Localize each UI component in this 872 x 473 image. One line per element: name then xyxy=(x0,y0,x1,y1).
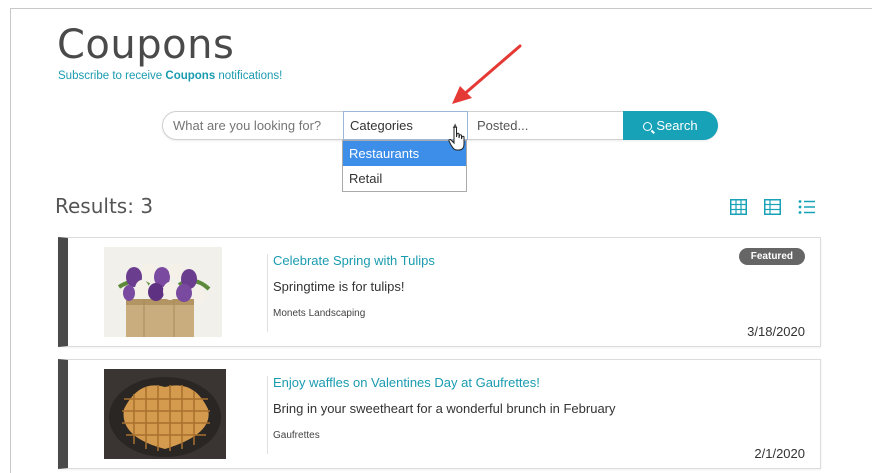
coupon-title-link[interactable]: Celebrate Spring with Tulips xyxy=(273,253,435,268)
featured-badge: Featured xyxy=(738,248,805,265)
category-option-retail[interactable]: Retail xyxy=(343,166,466,191)
annotation-arrow xyxy=(452,44,522,104)
subscribe-suffix: notifications! xyxy=(215,70,283,82)
coupon-description: Springtime is for tulips! xyxy=(273,279,405,294)
search-button[interactable]: Search xyxy=(623,111,718,140)
results-count: Results: 3 xyxy=(55,194,154,218)
list-view-icon[interactable] xyxy=(798,199,816,215)
coupon-company: Gaufrettes xyxy=(273,430,320,441)
posted-input[interactable]: Posted... xyxy=(477,112,528,139)
coupon-description: Bring in your sweetheart for a wonderful… xyxy=(273,401,616,416)
category-select-label: Categories xyxy=(350,118,413,133)
search-bar: Categories ▲ Posted... Search xyxy=(162,111,718,140)
tulips-image[interactable] xyxy=(104,247,222,337)
card-divider xyxy=(267,254,268,332)
coupon-title-link[interactable]: Enjoy waffles on Valentines Day at Gaufr… xyxy=(273,375,540,390)
search-button-label: Search xyxy=(656,118,698,133)
coupon-card[interactable]: Celebrate Spring with Tulips Springtime … xyxy=(58,237,821,347)
card-divider xyxy=(267,376,268,454)
table-view-icon[interactable] xyxy=(764,199,781,215)
subscribe-bold: Coupons xyxy=(165,70,216,82)
waffle-image[interactable] xyxy=(104,369,226,459)
subscribe-prefix: Subscribe to receive xyxy=(58,70,166,82)
grid-view-icon[interactable] xyxy=(730,199,747,215)
coupon-card[interactable]: Enjoy waffles on Valentines Day at Gaufr… xyxy=(58,359,821,469)
subscribe-link[interactable]: Subscribe to receive Coupons notificatio… xyxy=(58,70,282,82)
page-title: Coupons xyxy=(57,22,235,68)
search-input[interactable] xyxy=(173,112,341,139)
coupon-date: 2/1/2020 xyxy=(754,446,805,461)
coupon-date: 3/18/2020 xyxy=(747,324,805,339)
hand-cursor-icon xyxy=(448,126,465,151)
search-icon xyxy=(643,122,653,131)
coupon-company: Monets Landscaping xyxy=(273,308,366,319)
